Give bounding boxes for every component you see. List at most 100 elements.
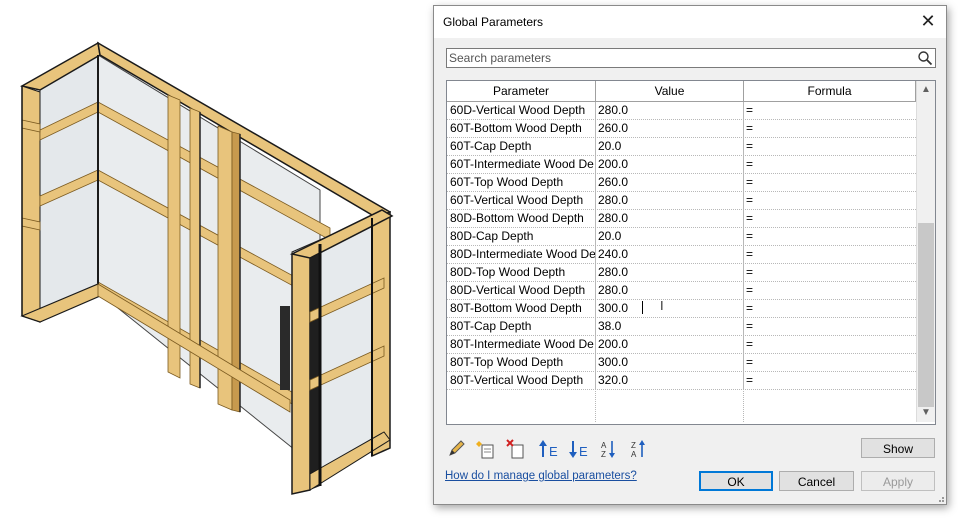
- table-row[interactable]: 80D-Cap Depth 20.0 =: [447, 228, 916, 246]
- cell-value[interactable]: 38.0: [596, 318, 744, 335]
- cell-parameter[interactable]: 60T-Vertical Wood Depth: [447, 192, 596, 209]
- move-up-icon[interactable]: E: [538, 438, 560, 460]
- cell-formula[interactable]: =: [744, 318, 916, 335]
- cell-parameter[interactable]: 60T-Cap Depth: [447, 138, 596, 155]
- cancel-button[interactable]: Cancel: [779, 471, 854, 491]
- cell-formula[interactable]: =: [744, 372, 916, 389]
- cell-parameter[interactable]: 80D-Cap Depth: [447, 228, 596, 245]
- table-row[interactable]: 80D-Intermediate Wood De 240.0 =: [447, 246, 916, 264]
- svg-text:E: E: [579, 444, 588, 459]
- cell-formula[interactable]: =: [744, 174, 916, 191]
- search-box[interactable]: [446, 48, 936, 68]
- cell-formula[interactable]: =: [744, 120, 916, 137]
- table-row[interactable]: 80T-Cap Depth 38.0 =: [447, 318, 916, 336]
- cell-parameter[interactable]: 80T-Bottom Wood Depth: [447, 300, 596, 317]
- close-icon: ✕: [920, 11, 936, 31]
- cell-formula[interactable]: =: [744, 246, 916, 263]
- cell-value[interactable]: 260.0: [596, 120, 744, 137]
- table-row[interactable]: 80T-Bottom Wood Depth 300.0 = I: [447, 298, 916, 318]
- scroll-up-arrow-icon[interactable]: ▲: [917, 81, 935, 99]
- cell-value[interactable]: 280.0: [596, 102, 744, 119]
- cell-formula[interactable]: =: [744, 336, 916, 353]
- search-icon[interactable]: [917, 50, 933, 66]
- cell-formula[interactable]: =: [744, 228, 916, 245]
- cell-value[interactable]: 300.0: [596, 300, 744, 317]
- cell-formula[interactable]: =: [744, 192, 916, 209]
- table-row[interactable]: 60T-Intermediate Wood De 200.0 =: [447, 156, 916, 174]
- cell-parameter[interactable]: 80D-Intermediate Wood De: [447, 246, 596, 263]
- column-header-value[interactable]: Value: [596, 81, 744, 101]
- rows-container: 60D-Vertical Wood Depth 280.0 = 60T-Bottom …: [447, 102, 916, 390]
- mouse-ibeam-icon: I: [660, 298, 664, 313]
- cell-parameter[interactable]: 60T-Top Wood Depth: [447, 174, 596, 191]
- show-button[interactable]: Show: [861, 438, 935, 458]
- cell-value[interactable]: 280.0: [596, 192, 744, 209]
- cell-value[interactable]: 280.0: [596, 282, 744, 299]
- cell-value[interactable]: 300.0: [596, 354, 744, 371]
- table-row[interactable]: 80D-Vertical Wood Depth 280.0 =: [447, 282, 916, 300]
- global-parameters-dialog: Global Parameters ✕ Parameter Value Form…: [433, 5, 947, 505]
- scroll-down-arrow-icon[interactable]: ▼: [917, 404, 935, 422]
- table-row[interactable]: 60T-Cap Depth 20.0 =: [447, 138, 916, 156]
- resize-grip-icon[interactable]: [935, 493, 945, 503]
- cell-value[interactable]: 200.0: [596, 336, 744, 353]
- cell-parameter[interactable]: 80D-Vertical Wood Depth: [447, 282, 596, 299]
- apply-button[interactable]: Apply: [861, 471, 935, 491]
- cell-value[interactable]: 280.0: [596, 210, 744, 227]
- table-row[interactable]: 60T-Top Wood Depth 260.0 =: [447, 174, 916, 192]
- cell-value[interactable]: 20.0: [596, 228, 744, 245]
- move-down-icon[interactable]: E: [568, 438, 590, 460]
- table-row[interactable]: 80T-Vertical Wood Depth 320.0 =: [447, 372, 916, 390]
- cell-parameter[interactable]: 80T-Vertical Wood Depth: [447, 372, 596, 389]
- table-row[interactable]: 80T-Intermediate Wood De 200.0 =: [447, 336, 916, 354]
- sort-ascending-icon[interactable]: A Z: [598, 438, 620, 460]
- cell-parameter[interactable]: 80D-Bottom Wood Depth: [447, 210, 596, 227]
- ok-button[interactable]: OK: [699, 471, 773, 491]
- search-input[interactable]: [449, 50, 909, 66]
- svg-text:A: A: [601, 441, 607, 450]
- column-header-parameter[interactable]: Parameter: [447, 81, 596, 101]
- table-row[interactable]: 80T-Top Wood Depth 300.0 =: [447, 354, 916, 372]
- cell-parameter[interactable]: 60T-Bottom Wood Depth: [447, 120, 596, 137]
- cell-value[interactable]: 280.0: [596, 264, 744, 281]
- cell-parameter[interactable]: 60T-Intermediate Wood De: [447, 156, 596, 173]
- cell-formula[interactable]: =: [744, 354, 916, 371]
- dialog-titlebar[interactable]: Global Parameters ✕: [434, 6, 946, 38]
- help-link[interactable]: How do I manage global parameters?: [445, 470, 637, 482]
- cell-formula[interactable]: =: [744, 210, 916, 227]
- sort-descending-icon[interactable]: Z A: [628, 438, 650, 460]
- table-row[interactable]: 60T-Vertical Wood Depth 280.0 =: [447, 192, 916, 210]
- svg-text:Z: Z: [631, 441, 636, 450]
- cell-formula[interactable]: =: [744, 138, 916, 155]
- cell-value[interactable]: 240.0: [596, 246, 744, 263]
- cell-parameter[interactable]: 80D-Top Wood Depth: [447, 264, 596, 281]
- 3d-model-viewport[interactable]: [0, 0, 432, 522]
- vertical-scrollbar[interactable]: ▲ ▼: [916, 81, 935, 422]
- cell-value[interactable]: 260.0: [596, 174, 744, 191]
- scroll-thumb[interactable]: [918, 223, 934, 407]
- cell-value[interactable]: 20.0: [596, 138, 744, 155]
- cell-parameter[interactable]: 60D-Vertical Wood Depth: [447, 102, 596, 119]
- cell-formula[interactable]: =: [744, 300, 916, 317]
- cell-formula[interactable]: =: [744, 102, 916, 119]
- table-row[interactable]: 60D-Vertical Wood Depth 280.0 =: [447, 102, 916, 120]
- cell-parameter[interactable]: 80T-Intermediate Wood De: [447, 336, 596, 353]
- cell-value[interactable]: 200.0: [596, 156, 744, 173]
- close-button[interactable]: ✕: [914, 9, 942, 33]
- table-row[interactable]: 80D-Top Wood Depth 280.0 =: [447, 264, 916, 282]
- cell-value[interactable]: 320.0: [596, 372, 744, 389]
- new-parameter-icon[interactable]: [476, 438, 498, 460]
- cell-formula[interactable]: =: [744, 156, 916, 173]
- edit-pencil-icon[interactable]: [446, 438, 468, 460]
- table-row[interactable]: 80D-Bottom Wood Depth 280.0 =: [447, 210, 916, 228]
- column-header-formula[interactable]: Formula: [744, 81, 916, 101]
- parameters-table: Parameter Value Formula 60D-Vertical Woo…: [446, 80, 936, 425]
- delete-parameter-icon[interactable]: [506, 438, 528, 460]
- table-body: 60D-Vertical Wood Depth 280.0 = 60T-Bottom …: [447, 102, 916, 422]
- cell-formula[interactable]: =: [744, 264, 916, 281]
- cell-parameter[interactable]: 80T-Cap Depth: [447, 318, 596, 335]
- cell-formula[interactable]: =: [744, 282, 916, 299]
- table-row[interactable]: 60T-Bottom Wood Depth 260.0 =: [447, 120, 916, 138]
- text-caret: [642, 301, 643, 314]
- cell-parameter[interactable]: 80T-Top Wood Depth: [447, 354, 596, 371]
